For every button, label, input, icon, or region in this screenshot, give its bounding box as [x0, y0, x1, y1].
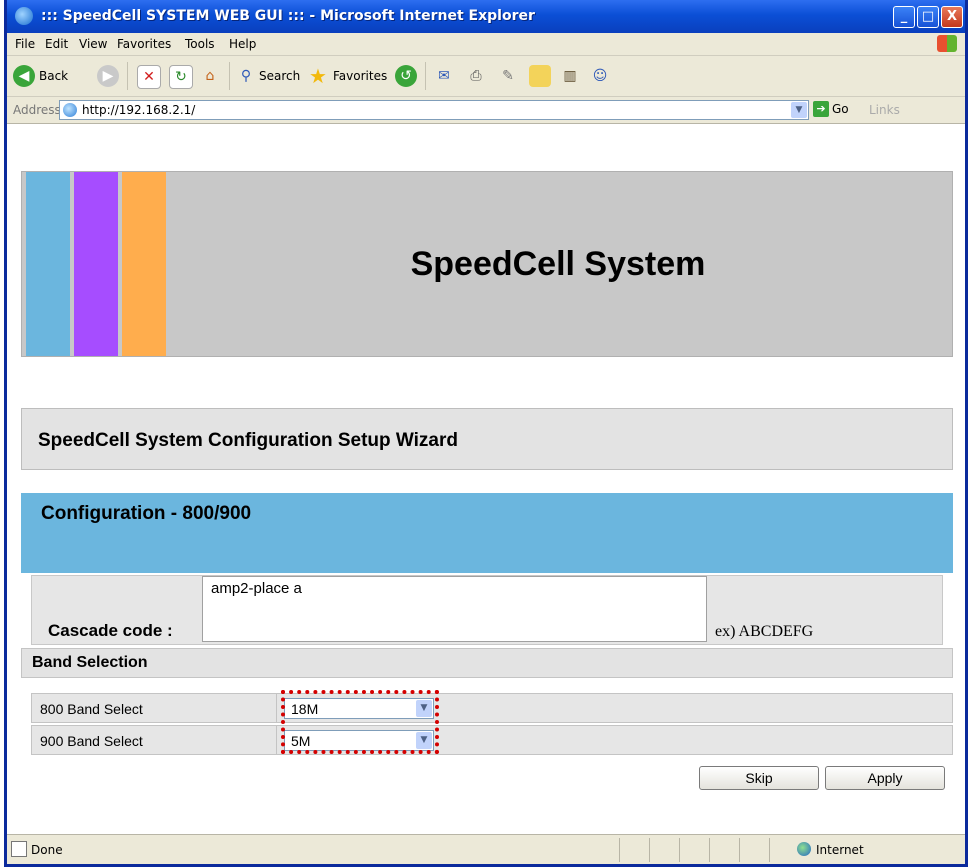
- chevron-down-icon[interactable]: ▼: [416, 732, 432, 749]
- page-content: SpeedCell System SpeedCell System Config…: [7, 124, 965, 834]
- toolbar-separator: [425, 62, 426, 90]
- status-zones: Internet: [619, 838, 959, 862]
- favorites-star-icon[interactable]: ★: [307, 65, 329, 87]
- minimize-button[interactable]: _: [893, 6, 915, 28]
- apply-button[interactable]: Apply: [825, 766, 945, 790]
- wizard-title: SpeedCell System Configuration Setup Wiz…: [38, 430, 458, 451]
- band-800-value[interactable]: 18M: [291, 701, 318, 717]
- search-button-label[interactable]: Search: [259, 69, 300, 83]
- cell-divider: [276, 694, 277, 722]
- research-icon[interactable]: ▥: [559, 65, 581, 87]
- banner-stripe-purple: [74, 172, 118, 356]
- chevron-down-icon[interactable]: ▼: [416, 700, 432, 717]
- chevron-down-icon[interactable]: ▼: [791, 102, 807, 118]
- page-icon: [63, 103, 77, 117]
- cascade-code-row: Cascade code : amp2-place a ex) ABCDEFG: [31, 575, 943, 645]
- skip-button[interactable]: Skip: [699, 766, 819, 790]
- go-button[interactable]: ➔ Go: [813, 101, 849, 117]
- address-label: Address: [13, 103, 61, 117]
- status-divider: [649, 838, 650, 862]
- menu-help[interactable]: Help: [229, 37, 256, 51]
- band-800-select[interactable]: 18M ▼: [284, 698, 434, 719]
- stop-icon[interactable]: ✕: [137, 65, 161, 89]
- edit-icon[interactable]: ✎: [497, 65, 519, 87]
- menu-tools[interactable]: Tools: [185, 37, 215, 51]
- back-button-label[interactable]: Back: [39, 69, 68, 83]
- band-table: 800 Band Select 18M ▼ 900 Band Select 5M…: [31, 693, 953, 757]
- back-arrow-icon[interactable]: ◀: [13, 65, 35, 87]
- mail-icon[interactable]: ✉: [433, 65, 455, 87]
- status-divider: [739, 838, 740, 862]
- band-800-label: 800 Band Select: [40, 701, 143, 717]
- menu-favorites[interactable]: Favorites: [117, 37, 171, 51]
- page-done-icon: [11, 841, 27, 857]
- address-bar: Address http://192.168.2.1/ ▼ ➔ Go Links: [7, 97, 965, 124]
- folder-icon[interactable]: [529, 65, 551, 87]
- config-title-bar: Configuration - 800/900: [21, 493, 953, 573]
- status-bar: Done Internet: [7, 834, 965, 864]
- band-row-900: 900 Band Select 5M ▼: [31, 725, 953, 755]
- address-input[interactable]: http://192.168.2.1/ ▼: [59, 100, 809, 120]
- refresh-icon[interactable]: ↻: [169, 65, 193, 89]
- go-label: Go: [832, 102, 849, 116]
- status-divider: [769, 838, 770, 862]
- band-selection-title: Band Selection: [32, 654, 148, 671]
- messenger-icon[interactable]: ☺: [589, 65, 611, 87]
- cascade-code-label: Cascade code :: [48, 621, 173, 640]
- banner-title: SpeedCell System: [410, 245, 706, 283]
- menu-file[interactable]: File: [15, 37, 35, 51]
- toolbar: ◀ Back ▶ ✕ ↻ ⌂ ⚲ Search ★ Favorites ↺ ✉ …: [7, 56, 965, 97]
- print-icon[interactable]: ⎙: [465, 65, 487, 87]
- toolbar-separator: [127, 62, 128, 90]
- status-divider: [709, 838, 710, 862]
- menu-bar: File Edit View Favorites Tools Help: [7, 33, 965, 56]
- search-icon[interactable]: ⚲: [235, 65, 257, 87]
- security-zone-label: Internet: [816, 843, 864, 857]
- window-title: ::: SpeedCell SYSTEM WEB GUI ::: - Micro…: [41, 8, 535, 24]
- header-banner: SpeedCell System: [21, 171, 953, 357]
- band-row-800: 800 Band Select 18M ▼: [31, 693, 953, 723]
- band-900-select[interactable]: 5M ▼: [284, 730, 434, 751]
- banner-stripe-orange: [122, 172, 166, 356]
- band-900-label: 900 Band Select: [40, 733, 143, 749]
- menu-view[interactable]: View: [79, 37, 107, 51]
- status-text: Done: [31, 843, 63, 857]
- cascade-code-input[interactable]: amp2-place a: [202, 576, 707, 642]
- band-selection-header: Band Selection: [21, 648, 953, 678]
- banner-stripe-blue: [26, 172, 70, 356]
- internet-zone-icon: [797, 842, 811, 856]
- windows-flag-icon: [937, 35, 957, 52]
- browser-window: ::: SpeedCell SYSTEM WEB GUI ::: - Micro…: [4, 0, 968, 867]
- cell-divider: [276, 726, 277, 754]
- media-icon[interactable]: ↺: [395, 65, 417, 87]
- address-url[interactable]: http://192.168.2.1/: [82, 103, 195, 117]
- config-title: Configuration - 800/900: [41, 503, 252, 524]
- cascade-code-example: ex) ABCDEFG: [715, 623, 814, 640]
- close-button[interactable]: X: [941, 6, 963, 28]
- band-900-value[interactable]: 5M: [291, 733, 310, 749]
- maximize-button[interactable]: □: [917, 6, 939, 28]
- links-label[interactable]: Links: [869, 103, 900, 117]
- home-icon[interactable]: ⌂: [199, 65, 221, 87]
- status-divider: [679, 838, 680, 862]
- ie-logo-icon: [15, 7, 33, 25]
- toolbar-separator: [229, 62, 230, 90]
- go-arrow-icon: ➔: [813, 101, 829, 117]
- wizard-title-bar: SpeedCell System Configuration Setup Wiz…: [21, 408, 953, 470]
- forward-arrow-icon[interactable]: ▶: [97, 65, 119, 87]
- title-bar: ::: SpeedCell SYSTEM WEB GUI ::: - Micro…: [7, 0, 965, 33]
- menu-edit[interactable]: Edit: [45, 37, 68, 51]
- status-divider: [619, 838, 620, 862]
- favorites-button-label[interactable]: Favorites: [333, 69, 387, 83]
